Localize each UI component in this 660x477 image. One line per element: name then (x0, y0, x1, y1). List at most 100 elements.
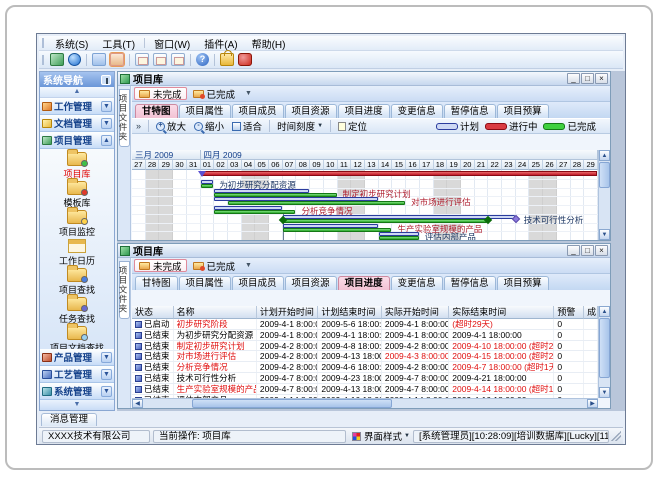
zoom-out-button[interactable]: -缩小 (190, 119, 228, 133)
tab-项目资源[interactable]: 项目资源 (285, 104, 337, 118)
column-header-状态[interactable]: 状态 (132, 306, 174, 319)
maximize-button[interactable]: □ (581, 245, 594, 256)
window-titlebar[interactable]: 项目库 _ □ × (118, 72, 610, 86)
minimize-button[interactable]: _ (567, 245, 580, 256)
sidebar-group-工作管理[interactable]: 工作管理▼ (40, 98, 114, 115)
table-horizontal-scrollbar[interactable]: ◀ ▶ (132, 398, 598, 408)
gantt-actual-bar[interactable] (379, 236, 419, 240)
table-row[interactable]: 已启动初步研究阶段2009-4-1 8:00:002009-5-6 18:00:… (132, 319, 598, 330)
close-button[interactable]: × (595, 73, 608, 84)
sidebar-item-项目文档查找[interactable]: 项目文档查找 (41, 325, 113, 349)
table-row[interactable]: 已结束为初步研究分配资源2009-4-1 8:00:002009-4-1 18:… (132, 330, 598, 341)
minimize-button[interactable]: _ (567, 73, 580, 84)
exit-icon[interactable] (238, 53, 252, 66)
gantt-plot-area[interactable]: 为初步研究分配资源制定初步研究计划对市场进行评估分析竞争情况技术可行性分析生产实… (132, 170, 598, 240)
tab-暂停信息[interactable]: 暂停信息 (444, 104, 496, 118)
column-header-成[interactable]: 成 (584, 306, 598, 319)
chevron-down-icon[interactable]: ▼ (101, 101, 112, 112)
menu-item-3[interactable]: 窗口(W) (147, 35, 197, 52)
tab-项目资源[interactable]: 项目资源 (285, 276, 337, 290)
project-folder-side-tab[interactable]: 项目文件夹 (119, 261, 130, 319)
mail-attach-icon[interactable] (153, 53, 167, 66)
window-titlebar[interactable]: 项目库 _ □ × (118, 244, 610, 258)
chevron-down-icon[interactable]: ▼ (101, 118, 112, 129)
column-header-计划结束时间[interactable]: 计划结束时间 (318, 306, 381, 319)
tab-变更信息[interactable]: 变更信息 (391, 104, 443, 118)
folder-tab-未完成[interactable]: 未完成 (134, 87, 187, 100)
tab-项目成员[interactable]: 项目成员 (232, 104, 284, 118)
close-button[interactable]: × (595, 245, 608, 256)
table-row[interactable]: 已结束制定初步研究计划2009-4-2 8:00:002009-4-8 18:0… (132, 341, 598, 352)
tab-甘特图[interactable]: 甘特图 (135, 276, 178, 290)
sidebar-group-项目管理[interactable]: 项目管理▲ (40, 132, 114, 149)
fit-button[interactable]: 适合 (228, 119, 266, 133)
gantt-vertical-scrollbar[interactable]: ▲ ▼ (598, 150, 610, 240)
overflow-chevron-button[interactable]: » (132, 121, 145, 131)
interface-style-dropdown[interactable]: 界面样式 ▼ (352, 429, 410, 443)
help-icon[interactable]: ? (196, 53, 209, 66)
scrollbar-thumb[interactable] (192, 399, 392, 408)
scroll-left-button[interactable]: ◀ (132, 399, 143, 408)
folder-tab-已完成[interactable]: 已完成 (189, 259, 240, 272)
scroll-down-button[interactable]: ▼ (599, 387, 610, 398)
menu-item-5[interactable]: 帮助(H) (245, 35, 293, 52)
globe-icon[interactable] (68, 53, 81, 66)
folder-tabs-more-button[interactable]: ▼ (245, 262, 252, 269)
sidebar-group-工艺管理[interactable]: 工艺管理▼ (40, 366, 114, 383)
scroll-up-button[interactable]: ▲ (599, 150, 610, 161)
sidebar-item-工作日历[interactable]: 工作日历 (41, 238, 113, 267)
mail-new-icon[interactable] (135, 53, 149, 66)
sidebar-group-产品管理[interactable]: 产品管理▼ (40, 349, 114, 366)
tab-项目预算[interactable]: 项目预算 (497, 104, 549, 118)
tab-暂停信息[interactable]: 暂停信息 (444, 276, 496, 290)
scroll-right-button[interactable]: ▶ (587, 399, 598, 408)
column-header-实际开始时间[interactable]: 实际开始时间 (382, 306, 449, 319)
tab-项目进度[interactable]: 项目进度 (338, 104, 390, 118)
folder-tabs-more-button[interactable]: ▼ (245, 90, 252, 97)
sidebar-item-项目查找[interactable]: 项目查找 (41, 267, 113, 296)
gantt-summary-bar[interactable] (201, 171, 597, 176)
menu-item-1[interactable]: 系统(S) (48, 35, 95, 52)
app-window-icon[interactable] (50, 53, 64, 66)
resize-grip[interactable] (611, 431, 621, 441)
column-header-名称[interactable]: 名称 (174, 306, 257, 319)
tab-项目预算[interactable]: 项目预算 (497, 276, 549, 290)
column-header-实际结束时间[interactable]: 实际结束时间 (449, 306, 554, 319)
chevron-down-icon[interactable]: ▼ (101, 386, 112, 397)
zoom-in-button[interactable]: +放大 (152, 119, 190, 133)
sidebar-item-任务查找[interactable]: 任务查找 (41, 296, 113, 325)
tab-甘特图[interactable]: 甘特图 (135, 104, 178, 118)
folder-open-icon[interactable] (110, 53, 124, 66)
tab-项目成员[interactable]: 项目成员 (232, 276, 284, 290)
tab-项目进度[interactable]: 项目进度 (338, 276, 390, 290)
gantt-actual-bar[interactable] (283, 228, 392, 232)
tab-项目属性[interactable]: 项目属性 (179, 104, 231, 118)
lock-icon[interactable] (220, 53, 234, 66)
gantt-actual-bar[interactable] (214, 193, 336, 197)
sidebar-collapse-button[interactable]: ▲ (40, 87, 114, 98)
gantt-actual-bar[interactable] (201, 184, 214, 188)
sidebar-item-模板库[interactable]: 模板库 (41, 180, 113, 209)
maximize-button[interactable]: □ (581, 73, 594, 84)
tab-项目属性[interactable]: 项目属性 (179, 276, 231, 290)
sidebar-item-项目库[interactable]: 项目库 (41, 151, 113, 180)
scroll-down-button[interactable]: ▼ (599, 229, 610, 240)
mail-read-icon[interactable] (171, 53, 185, 66)
scrollbar-thumb[interactable] (599, 162, 610, 188)
locate-button[interactable]: 定位 (334, 119, 371, 133)
table-row[interactable]: 已结束技术可行性分析2009-4-7 8:00:002009-4-23 18:0… (132, 373, 598, 384)
table-vertical-scrollbar[interactable]: ▲ ▼ (598, 306, 610, 398)
table-row[interactable]: 已结束分析竞争情况2009-4-2 8:00:002009-4-6 18:00:… (132, 362, 598, 373)
sidebar-group-文档管理[interactable]: 文档管理▼ (40, 115, 114, 132)
folder-tab-已完成[interactable]: 已完成 (189, 87, 240, 100)
folder-closed-icon[interactable] (92, 53, 106, 66)
scroll-up-button[interactable]: ▲ (599, 306, 610, 317)
folder-tab-未完成[interactable]: 未完成 (134, 259, 187, 272)
column-header-计划开始时间[interactable]: 计划开始时间 (257, 306, 318, 319)
sidebar-group-系统管理[interactable]: 系统管理▼ (40, 383, 114, 400)
sidebar-item-项目监控[interactable]: 项目监控 (41, 209, 113, 238)
menu-item-2[interactable]: 工具(T) (95, 35, 142, 52)
gantt-actual-bar[interactable] (214, 210, 295, 214)
sidebar-scroll-down-button[interactable]: ▼ (40, 400, 114, 410)
project-folder-side-tab[interactable]: 项目文件夹 (119, 89, 130, 147)
